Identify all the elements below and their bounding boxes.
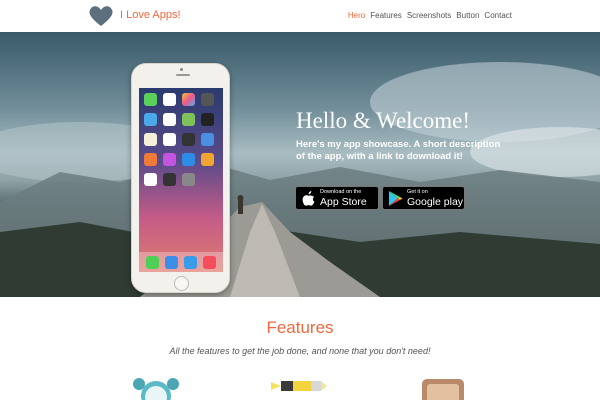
- reminders-app-icon: [163, 133, 176, 146]
- wallet-icon: [422, 379, 464, 400]
- ibooks-app-icon: [201, 153, 214, 166]
- nav-item-hero[interactable]: Hero: [348, 11, 365, 20]
- camera-app-icon: [201, 93, 214, 106]
- hero-section: Hello & Welcome! Here's my app showcase.…: [0, 32, 600, 297]
- nav-item-button[interactable]: Button: [456, 11, 479, 20]
- google-play-icon: [388, 191, 403, 206]
- navbar: I Love Apps! Hero Features Screenshots B…: [0, 0, 600, 32]
- phone-screen: [139, 88, 223, 272]
- calendar-app-icon: [163, 93, 176, 106]
- settings-app-icon: [182, 173, 195, 186]
- messages-app-icon: [144, 93, 157, 106]
- pencil-icon: [271, 381, 327, 391]
- main-nav: Hero Features Screenshots Button Contact: [348, 11, 512, 20]
- phone-speaker: [176, 74, 190, 76]
- phone-home-button: [174, 276, 189, 291]
- features-subtitle: All the features to get the job done, an…: [169, 346, 431, 356]
- google-play-big-label: Google play: [407, 196, 464, 208]
- itunes-app-icon: [163, 153, 176, 166]
- features-title: Features: [266, 318, 334, 337]
- notes-app-icon: [144, 133, 157, 146]
- nav-item-screenshots[interactable]: Screenshots: [407, 11, 451, 20]
- newsstand-app-icon: [144, 153, 157, 166]
- phone-camera: [180, 68, 183, 71]
- stocks-app-icon: [182, 133, 195, 146]
- passbook-app-icon: [163, 173, 176, 186]
- phone-mockup: [131, 63, 230, 293]
- app-store-button[interactable]: Download on the App Store: [295, 186, 379, 210]
- app-icon-grid: [144, 93, 220, 186]
- google-play-small-label: Get it on: [407, 189, 428, 195]
- app-store-small-label: Download on the: [320, 189, 362, 195]
- health-app-icon: [144, 173, 157, 186]
- maps-app-icon: [182, 113, 195, 126]
- app-store-big-label: App Store: [320, 196, 367, 208]
- heart-icon[interactable]: [88, 4, 114, 28]
- brand-link[interactable]: I Love Apps!: [120, 9, 181, 21]
- game-center-app-icon: [201, 133, 214, 146]
- safari-app-icon: [184, 255, 197, 269]
- google-play-button[interactable]: Get it on Google play: [382, 186, 465, 210]
- apple-icon: [302, 191, 315, 206]
- hero-description: Here's my app showcase. A short descript…: [296, 139, 501, 162]
- phone-dock: [139, 252, 223, 272]
- mail-app-icon: [165, 255, 178, 269]
- alarm-clock-icon: [133, 378, 179, 400]
- phone-app-icon: [146, 255, 159, 269]
- videos-app-icon: [201, 113, 214, 126]
- photos-app-icon: [182, 93, 195, 106]
- clock-app-icon: [163, 113, 176, 126]
- music-app-icon: [203, 255, 216, 269]
- nav-item-contact[interactable]: Contact: [484, 11, 512, 20]
- weather-app-icon: [144, 113, 157, 126]
- hero-title: Hello & Welcome!: [296, 108, 471, 133]
- mountain-landscape-image: [0, 62, 600, 297]
- app-store-app-icon: [182, 153, 195, 166]
- nav-item-features[interactable]: Features: [370, 11, 402, 20]
